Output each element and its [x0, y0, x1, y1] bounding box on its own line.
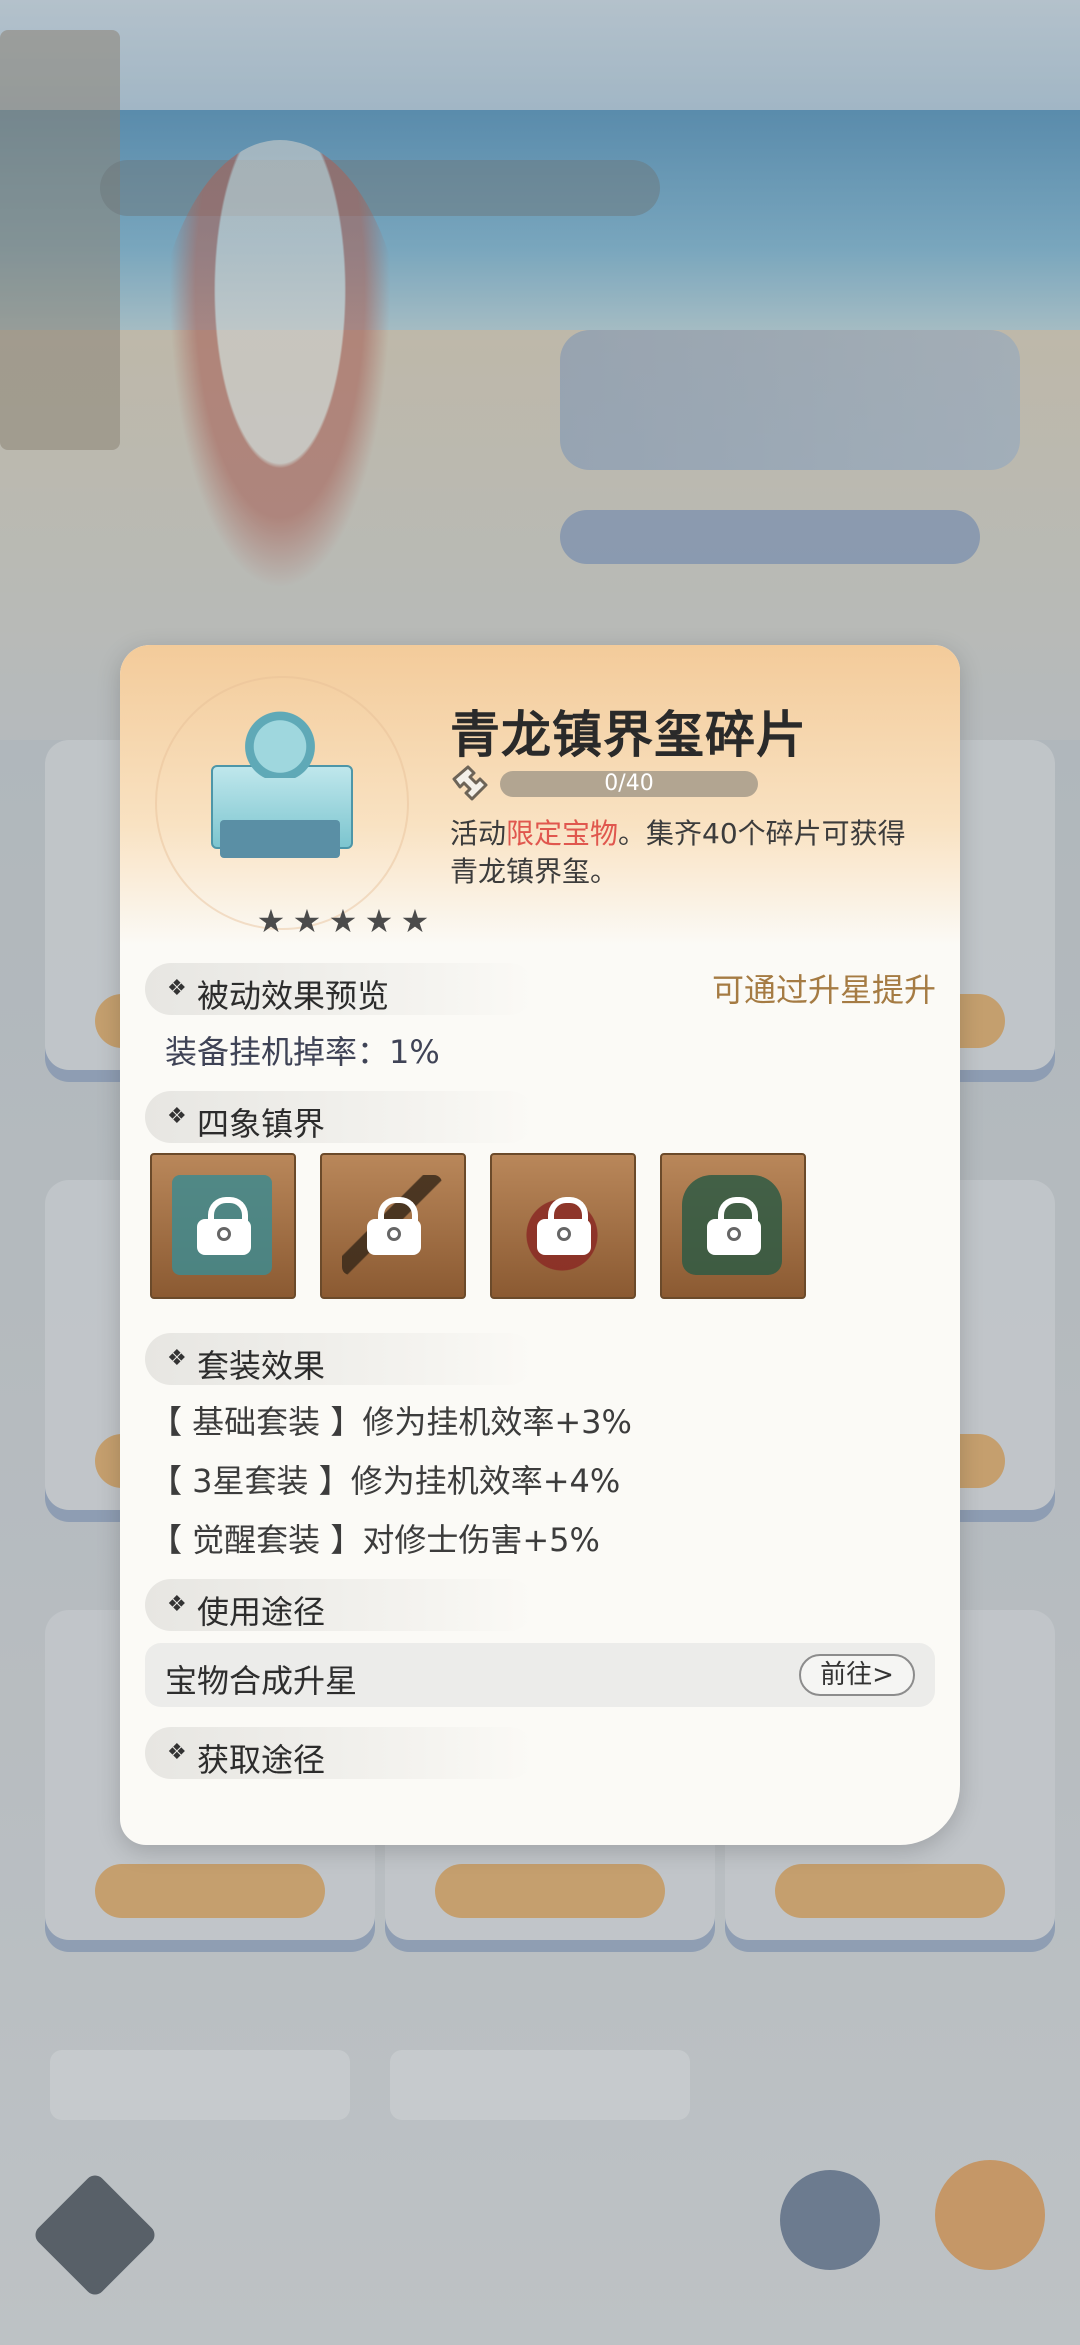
set-effect-line: 【 3星套装 】修为挂机效率+4% — [150, 1462, 621, 1500]
gear-slot-fan[interactable] — [490, 1153, 636, 1299]
diamond-icon: ❖ — [167, 1592, 187, 1617]
fragment-progress-bar: 0/40 — [500, 771, 758, 797]
diamond-icon: ❖ — [167, 1740, 187, 1765]
item-description: 活动限定宝物。集齐40个碎片可获得青龙镇界玺。 — [450, 815, 930, 891]
lock-icon — [537, 1197, 591, 1255]
section-title: 使用途径 — [197, 1593, 326, 1631]
section-header-four-symbols: ❖ 四象镇界 — [145, 1091, 535, 1143]
upgrade-note: 可通过升星提升 — [711, 971, 936, 1009]
usage-label: 宝物合成升星 — [165, 1662, 358, 1700]
star-rating: ★ ★ ★ ★ ★ — [255, 905, 431, 937]
section-title: 套装效果 — [197, 1347, 326, 1385]
set-effect-line: 【 觉醒套装 】对修士伤害+5% — [150, 1521, 600, 1559]
diamond-icon: ❖ — [167, 1104, 187, 1129]
usage-row: 宝物合成升星 前往> — [145, 1643, 935, 1707]
progress-text: 0/40 — [604, 771, 654, 796]
gear-slot-sword[interactable] — [320, 1153, 466, 1299]
star-icon: ★ — [400, 902, 430, 940]
four-symbols-row — [150, 1153, 806, 1299]
section-header-passive: ❖ 被动效果预览 — [145, 963, 535, 1015]
fragment-icon — [452, 765, 488, 801]
star-icon: ★ — [364, 902, 394, 940]
item-icon: ★ ★ ★ ★ ★ — [155, 676, 429, 937]
goto-button[interactable]: 前往> — [799, 1654, 915, 1696]
section-header-obtain: ❖ 获取途径 — [145, 1727, 535, 1779]
item-title: 青龙镇界玺碎片 — [450, 706, 807, 764]
star-icon: ★ — [256, 902, 286, 940]
diamond-icon: ❖ — [167, 976, 187, 1001]
gear-slot-seal[interactable] — [150, 1153, 296, 1299]
section-header-set-effect: ❖ 套装效果 — [145, 1333, 535, 1385]
passive-stat: 装备挂机掉率：1% — [165, 1033, 440, 1071]
desc-prefix: 活动 — [450, 817, 507, 850]
lock-icon — [197, 1197, 251, 1255]
section-title: 获取途径 — [197, 1741, 326, 1779]
section-title: 被动效果预览 — [197, 977, 390, 1015]
gear-slot-armor[interactable] — [660, 1153, 806, 1299]
lock-icon — [707, 1197, 761, 1255]
desc-highlight: 限定宝物 — [506, 817, 619, 850]
diamond-icon: ❖ — [167, 1346, 187, 1371]
set-effect-line: 【 基础套装 】修为挂机效率+3% — [150, 1403, 632, 1441]
item-detail-dialog: ★ ★ ★ ★ ★ 青龙镇界玺碎片 0/40 活动限定宝物。集齐40个碎片可获得… — [120, 645, 960, 1845]
star-icon: ★ — [328, 902, 358, 940]
lock-icon — [367, 1197, 421, 1255]
section-title: 四象镇界 — [197, 1105, 326, 1143]
dragon-icon — [237, 708, 323, 778]
section-header-usage: ❖ 使用途径 — [145, 1579, 535, 1631]
star-icon: ★ — [292, 902, 322, 940]
seal-pedestal — [220, 820, 340, 858]
